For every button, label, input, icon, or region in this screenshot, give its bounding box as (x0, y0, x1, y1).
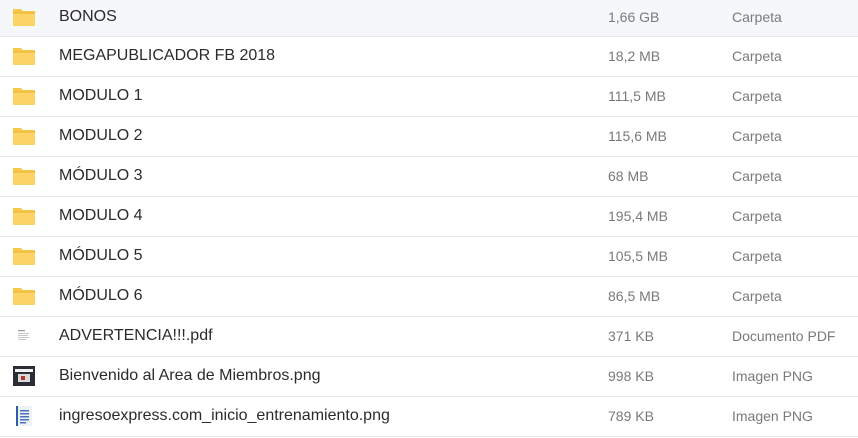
file-size: 115,6 MB (608, 128, 667, 144)
list-item[interactable]: MODULO 4 195,4 MB Carpeta (0, 197, 858, 237)
file-size: 68 MB (608, 168, 649, 184)
list-item[interactable]: ingresoexpress.com_inicio_entrenamiento.… (0, 397, 858, 437)
folder-icon (12, 6, 36, 28)
file-type: Carpeta (732, 168, 782, 184)
file-type: Carpeta (732, 128, 782, 144)
file-type: Carpeta (732, 88, 782, 104)
file-type: Imagen PNG (732, 408, 813, 424)
list-item[interactable]: MODULO 2 115,6 MB Carpeta (0, 117, 858, 157)
file-size: 371 KB (608, 328, 654, 344)
list-item[interactable]: MÓDULO 3 68 MB Carpeta (0, 157, 858, 197)
folder-icon (12, 45, 36, 67)
folder-icon (12, 125, 36, 147)
file-list: BONOS 1,66 GB Carpeta MEGAPUBLICADOR FB … (0, 0, 858, 437)
pdf-thumbnail-icon (12, 325, 36, 347)
file-type: Documento PDF (732, 328, 836, 344)
file-size: 195,4 MB (608, 208, 668, 224)
file-name[interactable]: BONOS (59, 0, 117, 40)
file-name[interactable]: Bienvenido al Area de Miembros.png (59, 357, 321, 397)
file-name[interactable]: ADVERTENCIA!!!.pdf (59, 317, 213, 357)
file-size: 789 KB (608, 408, 654, 424)
file-name[interactable]: MÓDULO 3 (59, 157, 143, 197)
file-type: Carpeta (732, 248, 782, 264)
file-name[interactable]: MODULO 4 (59, 197, 143, 237)
file-size: 18,2 MB (608, 48, 661, 64)
file-type: Carpeta (732, 288, 782, 304)
file-type: Carpeta (732, 208, 782, 224)
file-name[interactable]: ingresoexpress.com_inicio_entrenamiento.… (59, 397, 390, 437)
file-name[interactable]: MÓDULO 5 (59, 237, 143, 277)
list-item[interactable]: MÓDULO 6 86,5 MB Carpeta (0, 277, 858, 317)
file-name[interactable]: MEGAPUBLICADOR FB 2018 (59, 37, 275, 77)
folder-icon (12, 205, 36, 227)
list-item[interactable]: MODULO 1 111,5 MB Carpeta (0, 77, 858, 117)
file-type: Carpeta (732, 9, 782, 25)
list-item[interactable]: MEGAPUBLICADOR FB 2018 18,2 MB Carpeta (0, 37, 858, 77)
file-size: 86,5 MB (608, 288, 661, 304)
list-item[interactable]: ADVERTENCIA!!!.pdf 371 KB Documento PDF (0, 317, 858, 357)
folder-icon (12, 85, 36, 107)
file-type: Imagen PNG (732, 368, 813, 384)
file-name[interactable]: MODULO 2 (59, 117, 143, 157)
file-name[interactable]: MÓDULO 6 (59, 277, 143, 317)
file-size: 998 KB (608, 368, 654, 384)
file-name[interactable]: MODULO 1 (59, 77, 143, 117)
file-type: Carpeta (732, 48, 782, 64)
file-size: 111,5 MB (608, 88, 666, 104)
list-item[interactable]: MÓDULO 5 105,5 MB Carpeta (0, 237, 858, 277)
file-size: 1,66 GB (608, 9, 660, 25)
file-size: 105,5 MB (608, 248, 668, 264)
list-item[interactable]: Bienvenido al Area de Miembros.png 998 K… (0, 357, 858, 397)
folder-icon (12, 165, 36, 187)
folder-icon (12, 285, 36, 307)
image-thumbnail-icon (12, 405, 36, 427)
image-thumbnail-icon (12, 365, 36, 387)
list-item[interactable]: BONOS 1,66 GB Carpeta (0, 0, 858, 37)
folder-icon (12, 245, 36, 267)
